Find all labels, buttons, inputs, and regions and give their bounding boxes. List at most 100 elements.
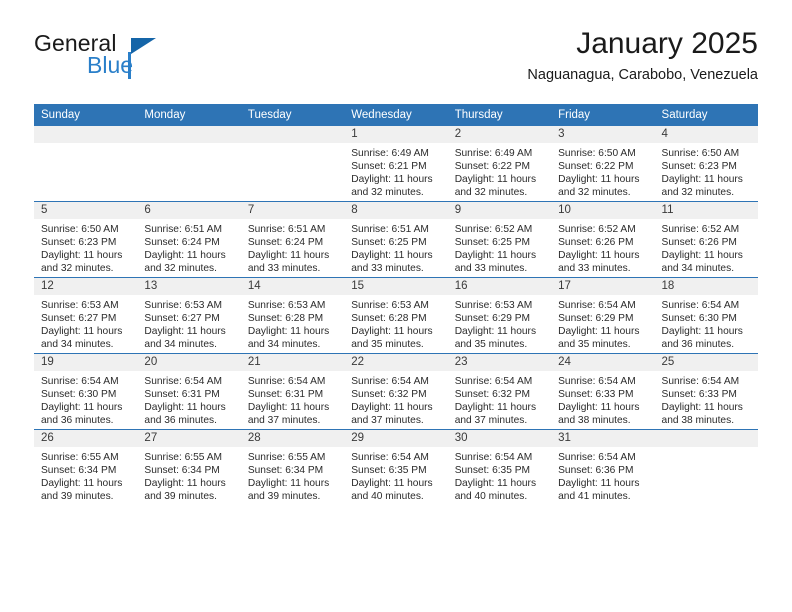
day-cell-5[interactable]: 5 Sunrise: 6:50 AM Sunset: 6:23 PM Daylight… (34, 201, 138, 278)
day-detail-line: Daylight: 11 hours (351, 174, 433, 186)
day-cell-19[interactable]: 19 Sunrise: 6:54 AM Sunset: 6:30 PM Dayligh… (34, 353, 138, 430)
day-cell-11[interactable]: 11 Sunrise: 6:52 AM Sunset: 6:26 PM Dayligh… (654, 201, 758, 278)
day-detail-line: Daylight: 11 hours (558, 250, 640, 262)
weekday-header-wednesday: Wednesday (344, 104, 448, 126)
day-detail-line: Daylight: 11 hours (351, 478, 433, 490)
day-detail-line: and 32 minutes. (454, 187, 528, 199)
day-cell-7[interactable]: 7 Sunrise: 6:51 AM Sunset: 6:24 PM Daylight… (240, 201, 345, 278)
day-number: 29 (344, 430, 448, 447)
day-detail-line: and 37 minutes. (247, 415, 321, 427)
day-cell-16[interactable]: 16 Sunrise: 6:53 AM Sunset: 6:29 PM Dayligh… (447, 277, 552, 354)
day-detail-line: Sunset: 6:31 PM (144, 389, 220, 401)
day-detail-line: and 35 minutes. (558, 339, 631, 351)
day-cell-20[interactable]: 20 Sunrise: 6:54 AM Sunset: 6:31 PM Dayligh… (137, 353, 241, 430)
day-cell-23[interactable]: 23 Sunrise: 6:54 AM Sunset: 6:32 PM Dayligh… (447, 353, 552, 430)
day-cell-17[interactable]: 17 Sunrise: 6:54 AM Sunset: 6:29 PM Dayligh… (551, 277, 655, 354)
day-cell-12[interactable]: 12 Sunrise: 6:53 AM Sunset: 6:27 PM Dayligh… (34, 277, 138, 354)
day-cell-8[interactable]: 8 Sunrise: 6:51 AM Sunset: 6:25 PM Daylight… (344, 201, 448, 278)
calendar-body: 1 Sunrise: 6:49 AM Sunset: 6:21 PM Daylight… (34, 126, 758, 505)
day-detail-line: and 32 minutes. (351, 187, 424, 199)
day-detail-line: Sunrise: 6:50 AM (41, 224, 119, 235)
day-cell-3[interactable]: 3 Sunrise: 6:50 AM Sunset: 6:22 PM Daylight… (551, 126, 655, 202)
day-details: Sunrise: 6:54 AM Sunset: 6:35 PM Daylight:… (344, 447, 447, 503)
day-cell-31[interactable]: 31 Sunrise: 6:54 AM Sunset: 6:36 PM Dayligh… (551, 429, 655, 505)
day-details: Sunrise: 6:55 AM Sunset: 6:34 PM Daylight:… (137, 447, 240, 503)
day-details: Sunrise: 6:53 AM Sunset: 6:27 PM Daylight:… (137, 295, 240, 351)
day-detail-line: and 39 minutes. (247, 491, 321, 503)
day-cell-25[interactable]: 25 Sunrise: 6:54 AM Sunset: 6:33 PM Dayligh… (654, 353, 758, 430)
day-details: Sunrise: 6:52 AM Sunset: 6:25 PM Daylight:… (448, 219, 551, 275)
day-detail-line: Sunrise: 6:53 AM (144, 300, 223, 311)
day-cell-29[interactable]: 29 Sunrise: 6:54 AM Sunset: 6:35 PM Dayligh… (344, 429, 448, 505)
day-details: Sunrise: 6:54 AM Sunset: 6:31 PM Daylight:… (137, 371, 240, 427)
day-detail-line: Sunrise: 6:53 AM (247, 300, 326, 311)
day-detail-line: Sunset: 6:34 PM (247, 465, 324, 477)
day-detail-line: Sunrise: 6:53 AM (351, 300, 429, 311)
title-block: January 2025 Naguanagua, Carabobo, Venez… (527, 26, 758, 86)
day-detail-line: Sunrise: 6:54 AM (558, 452, 636, 463)
day-detail-line: Daylight: 11 hours (454, 250, 537, 262)
day-number: 17 (551, 278, 655, 295)
month-calendar-table: Sunday Monday Tuesday Wednesday Thursday Frid… (34, 104, 758, 505)
day-cell-22[interactable]: 22 Sunrise: 6:54 AM Sunset: 6:32 PM Dayligh… (344, 353, 448, 430)
page-header: General Blue January 2025 Naguanagua, Ca… (34, 26, 758, 98)
day-detail-line: Sunset: 6:29 PM (558, 313, 634, 325)
day-cell-9[interactable]: 9 Sunrise: 6:52 AM Sunset: 6:25 PM Daylight… (447, 201, 552, 278)
day-details: Sunrise: 6:53 AM Sunset: 6:29 PM Daylight:… (448, 295, 551, 351)
day-detail-line: and 36 minutes. (661, 339, 735, 351)
day-detail-line: and 38 minutes. (558, 415, 631, 427)
day-cell-empty (240, 126, 345, 202)
day-cell-21[interactable]: 21 Sunrise: 6:54 AM Sunset: 6:31 PM Dayligh… (240, 353, 345, 430)
day-cell-27[interactable]: 27 Sunrise: 6:55 AM Sunset: 6:34 PM Dayligh… (137, 429, 241, 505)
day-details: Sunrise: 6:55 AM Sunset: 6:34 PM Daylight:… (241, 447, 344, 503)
day-cell-2[interactable]: 2 Sunrise: 6:49 AM Sunset: 6:22 PM Daylight… (447, 126, 552, 202)
day-detail-line: Sunset: 6:27 PM (41, 313, 117, 325)
day-detail-line: and 33 minutes. (558, 263, 631, 275)
day-detail-line: Sunrise: 6:54 AM (144, 376, 223, 387)
day-detail-line: Sunset: 6:25 PM (454, 237, 531, 249)
day-detail-line: and 32 minutes. (558, 187, 631, 199)
day-detail-line: Sunset: 6:28 PM (351, 313, 427, 325)
day-details: Sunrise: 6:50 AM Sunset: 6:23 PM Daylight:… (655, 143, 758, 199)
day-details: Sunrise: 6:51 AM Sunset: 6:25 PM Daylight:… (344, 219, 447, 275)
calendar-week-row: 5 Sunrise: 6:50 AM Sunset: 6:23 PM Daylight… (34, 201, 758, 278)
day-details (655, 447, 758, 451)
day-detail-line: and 40 minutes. (351, 491, 424, 503)
weekday-header-sunday: Sunday (34, 104, 138, 126)
day-detail-line: Sunset: 6:23 PM (41, 237, 117, 249)
day-detail-line: Daylight: 11 hours (144, 478, 226, 490)
day-cell-6[interactable]: 6 Sunrise: 6:51 AM Sunset: 6:24 PM Daylight… (137, 201, 241, 278)
calendar-week-row: 1 Sunrise: 6:49 AM Sunset: 6:21 PM Daylight… (34, 126, 758, 202)
day-detail-line: Sunrise: 6:52 AM (454, 224, 533, 235)
day-detail-line: Sunset: 6:36 PM (558, 465, 634, 477)
day-detail-line: and 38 minutes. (661, 415, 735, 427)
day-cell-1[interactable]: 1 Sunrise: 6:49 AM Sunset: 6:21 PM Daylight… (344, 126, 448, 202)
day-number (654, 430, 758, 447)
day-detail-line: Sunset: 6:30 PM (661, 313, 737, 325)
day-details: Sunrise: 6:54 AM Sunset: 6:30 PM Daylight:… (34, 371, 137, 427)
day-cell-4[interactable]: 4 Sunrise: 6:50 AM Sunset: 6:23 PM Daylight… (654, 126, 758, 202)
day-detail-line: Sunset: 6:29 PM (454, 313, 531, 325)
day-detail-line: Daylight: 11 hours (661, 174, 743, 186)
day-detail-line: Sunrise: 6:54 AM (41, 376, 119, 387)
day-number: 19 (34, 354, 138, 371)
day-detail-line: Daylight: 11 hours (454, 402, 537, 414)
day-details: Sunrise: 6:51 AM Sunset: 6:24 PM Daylight:… (137, 219, 240, 275)
day-cell-30[interactable]: 30 Sunrise: 6:54 AM Sunset: 6:35 PM Dayligh… (447, 429, 552, 505)
day-detail-line: Sunrise: 6:54 AM (247, 376, 326, 387)
day-number: 10 (551, 202, 655, 219)
day-details: Sunrise: 6:54 AM Sunset: 6:36 PM Daylight:… (551, 447, 654, 503)
day-cell-15[interactable]: 15 Sunrise: 6:53 AM Sunset: 6:28 PM Dayligh… (344, 277, 448, 354)
day-detail-line: Daylight: 11 hours (454, 174, 537, 186)
day-detail-line: and 39 minutes. (41, 491, 114, 503)
day-detail-line: Sunrise: 6:55 AM (144, 452, 223, 463)
day-cell-10[interactable]: 10 Sunrise: 6:52 AM Sunset: 6:26 PM Dayligh… (551, 201, 655, 278)
day-cell-28[interactable]: 28 Sunrise: 6:55 AM Sunset: 6:34 PM Dayligh… (240, 429, 345, 505)
day-cell-13[interactable]: 13 Sunrise: 6:53 AM Sunset: 6:27 PM Dayligh… (137, 277, 241, 354)
day-cell-24[interactable]: 24 Sunrise: 6:54 AM Sunset: 6:33 PM Dayligh… (551, 353, 655, 430)
day-cell-14[interactable]: 14 Sunrise: 6:53 AM Sunset: 6:28 PM Dayligh… (240, 277, 345, 354)
day-number (240, 126, 345, 143)
day-details: Sunrise: 6:52 AM Sunset: 6:26 PM Daylight:… (655, 219, 758, 275)
day-cell-26[interactable]: 26 Sunrise: 6:55 AM Sunset: 6:34 PM Dayligh… (34, 429, 138, 505)
day-cell-18[interactable]: 18 Sunrise: 6:54 AM Sunset: 6:30 PM Dayligh… (654, 277, 758, 354)
